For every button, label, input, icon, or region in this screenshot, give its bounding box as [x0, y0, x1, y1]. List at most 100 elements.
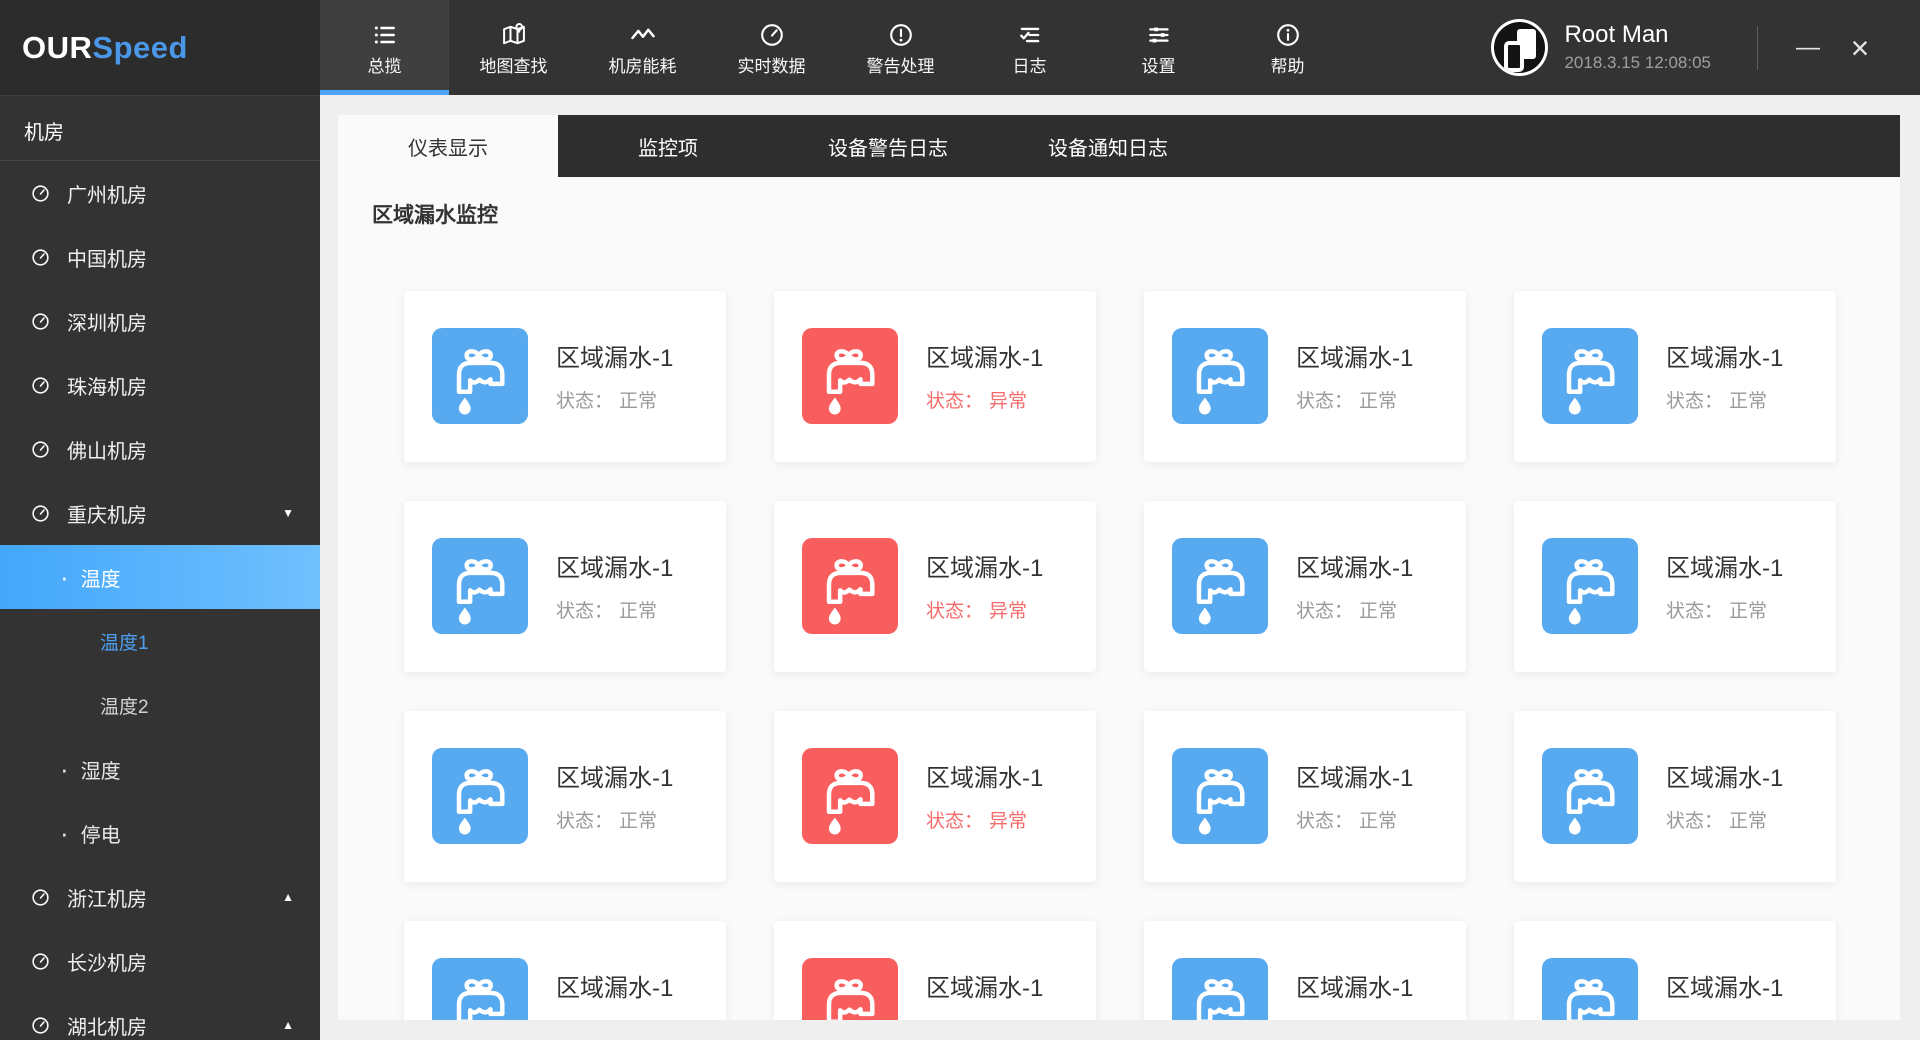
- sidebar-item-label: 深圳机房: [67, 312, 147, 335]
- card-text: 区域漏水-1 状态：正常: [1296, 968, 1413, 1020]
- nav-item[interactable]: 地图查找: [449, 0, 578, 95]
- status-value: 正常: [1359, 391, 1398, 412]
- device-card[interactable]: 区域漏水-1 状态：正常: [1144, 921, 1466, 1020]
- brand-logo: OUR Speed: [0, 0, 320, 95]
- device-card[interactable]: 区域漏水-1 状态：正常: [404, 291, 726, 462]
- device-card[interactable]: 区域漏水-1 状态：正常: [1144, 711, 1466, 882]
- minimize-button[interactable]: —: [1782, 22, 1834, 74]
- device-card[interactable]: 区域漏水-1 状态：异常: [774, 291, 1096, 462]
- card-text: 区域漏水-1 状态：正常: [1296, 548, 1413, 623]
- card-text: 区域漏水-1 状态：正常: [1666, 758, 1783, 833]
- nav-item-label: 总揽: [367, 56, 402, 76]
- sidebar-item[interactable]: 珠海机房: [0, 353, 320, 417]
- card-status: 状态：正常: [1666, 1016, 1783, 1020]
- sidebar-item-label: 佛山机房: [67, 440, 147, 463]
- card-text: 区域漏水-1 状态：正常: [1666, 548, 1783, 623]
- card-title: 区域漏水-1: [1666, 345, 1784, 372]
- device-card[interactable]: 区域漏水-1 状态：正常: [1514, 921, 1836, 1020]
- sidebar-item-label: 浙江机房: [67, 888, 147, 911]
- device-card[interactable]: 区域漏水-1 状态：正常: [1514, 291, 1836, 462]
- alert-circle-icon: [887, 21, 915, 49]
- nav-item[interactable]: 总揽: [320, 0, 449, 95]
- tab[interactable]: 仪表显示: [338, 115, 558, 177]
- card-status: 状态：正常: [556, 386, 673, 413]
- sidebar-item[interactable]: 重庆机房 ▼: [0, 481, 320, 545]
- device-card[interactable]: 区域漏水-1 状态：异常: [774, 501, 1096, 672]
- gauge-icon: [30, 951, 51, 972]
- device-card[interactable]: 区域漏水-1 状态：正常: [404, 921, 726, 1020]
- cards-grid: 区域漏水-1 状态： 正常 区域漏水-1 状态： 异常 区域漏水-1 状态： 正…: [404, 291, 1836, 1020]
- status-value: 异常: [989, 391, 1028, 412]
- card-text: 区域漏水-1 状态：正常: [1666, 968, 1783, 1020]
- sidebar-item[interactable]: 温度2: [0, 673, 320, 737]
- sidebar-item[interactable]: 湖北机房 ▲: [0, 993, 320, 1040]
- gauge-icon: [30, 1015, 51, 1036]
- card-title: 区域漏水-1: [556, 555, 674, 582]
- nav-item[interactable]: 帮助: [1223, 0, 1352, 95]
- card-text: 区域漏水-1 状态：正常: [1296, 338, 1413, 413]
- tab-label: 仪表显示: [408, 137, 488, 160]
- device-card[interactable]: 区域漏水-1 状态：正常: [1144, 501, 1466, 672]
- avatar[interactable]: [1491, 19, 1549, 76]
- nav-item[interactable]: 实时数据: [707, 0, 836, 95]
- nav-item-label: 帮助: [1270, 56, 1305, 76]
- device-card[interactable]: 区域漏水-1 状态：正常: [404, 711, 726, 882]
- faucet-icon: [432, 538, 528, 634]
- energy-pulse-icon: [629, 21, 657, 49]
- status-value: 正常: [619, 601, 658, 622]
- sidebar-item[interactable]: · 温度: [0, 545, 320, 609]
- sidebar-item[interactable]: 中国机房: [0, 225, 320, 289]
- sidebar-item-label: 长沙机房: [67, 952, 147, 975]
- sidebar-item[interactable]: · 湿度: [0, 737, 320, 801]
- sidebar-item[interactable]: 长沙机房: [0, 929, 320, 993]
- sidebar-item[interactable]: 温度1: [0, 609, 320, 673]
- device-card[interactable]: 区域漏水-1 状态：正常: [404, 501, 726, 672]
- card-text: 区域漏水-1 状态：正常: [1296, 758, 1413, 833]
- card-title: 区域漏水-1: [556, 345, 674, 372]
- sidebar-item[interactable]: 浙江机房 ▲: [0, 865, 320, 929]
- card-status: 状态：正常: [1296, 1016, 1413, 1020]
- faucet-icon: [1542, 328, 1638, 424]
- expand-arrow-icon: ▼: [282, 506, 294, 520]
- nav-item[interactable]: 警告处理: [836, 0, 965, 95]
- close-button[interactable]: ×: [1834, 22, 1886, 74]
- card-text: 区域漏水-1 状态：异常: [926, 338, 1043, 413]
- faucet-icon: [1172, 538, 1268, 634]
- device-card[interactable]: 区域漏水-1 状态：异常: [774, 711, 1096, 882]
- nav-item[interactable]: 机房能耗: [578, 0, 707, 95]
- sidebar-item[interactable]: 深圳机房: [0, 289, 320, 353]
- bullet-dot: ·: [60, 754, 69, 784]
- card-title: 区域漏水-1: [926, 975, 1044, 1002]
- device-card[interactable]: 区域漏水-1 状态：异常: [774, 921, 1096, 1020]
- card-text: 区域漏水-1 状态：正常: [556, 548, 673, 623]
- status-value: 异常: [989, 601, 1028, 622]
- sidebar-item[interactable]: 广州机房: [0, 161, 320, 225]
- status-label: 状态：: [1666, 601, 1724, 622]
- status-label: 状态：: [556, 391, 614, 412]
- sidebar-item[interactable]: · 停电: [0, 801, 320, 865]
- card-title: 区域漏水-1: [926, 345, 1044, 372]
- status-value: 正常: [1729, 601, 1768, 622]
- nav-item-label: 地图查找: [479, 56, 548, 76]
- tab[interactable]: 设备通知日志: [998, 115, 1218, 177]
- sidebar-item-label: 广州机房: [67, 184, 147, 207]
- card-status: 状态：异常: [926, 596, 1043, 623]
- panel: 仪表显示 监控项 设备警告日志 设备通知日志 区域漏水监控 区域漏水-1 状态：…: [338, 115, 1900, 1020]
- device-card[interactable]: 区域漏水-1 状态：正常: [1514, 711, 1836, 882]
- device-card[interactable]: 区域漏水-1 状态：正常: [1144, 291, 1466, 462]
- sidebar-item-label: 停电: [80, 824, 121, 847]
- main-content: 仪表显示 监控项 设备警告日志 设备通知日志 区域漏水监控 区域漏水-1 状态：…: [320, 95, 1920, 1040]
- panel-body: 区域漏水监控 区域漏水-1 状态： 正常 区域漏水-1 状态： 异常 区域漏水-…: [338, 177, 1900, 1020]
- status-label: 状态：: [926, 601, 984, 622]
- nav-item[interactable]: 日志: [965, 0, 1094, 95]
- card-text: 区域漏水-1 状态：异常: [926, 758, 1043, 833]
- log-list-icon: [1016, 21, 1044, 49]
- sidebar-item[interactable]: 佛山机房: [0, 417, 320, 481]
- gauge-icon: [30, 375, 51, 396]
- faucet-icon: [1172, 748, 1268, 844]
- nav-item[interactable]: 设置: [1094, 0, 1223, 95]
- device-card[interactable]: 区域漏水-1 状态：正常: [1514, 501, 1836, 672]
- tab[interactable]: 设备警告日志: [778, 115, 998, 177]
- card-status: 状态：异常: [926, 1016, 1043, 1020]
- tab[interactable]: 监控项: [558, 115, 778, 177]
